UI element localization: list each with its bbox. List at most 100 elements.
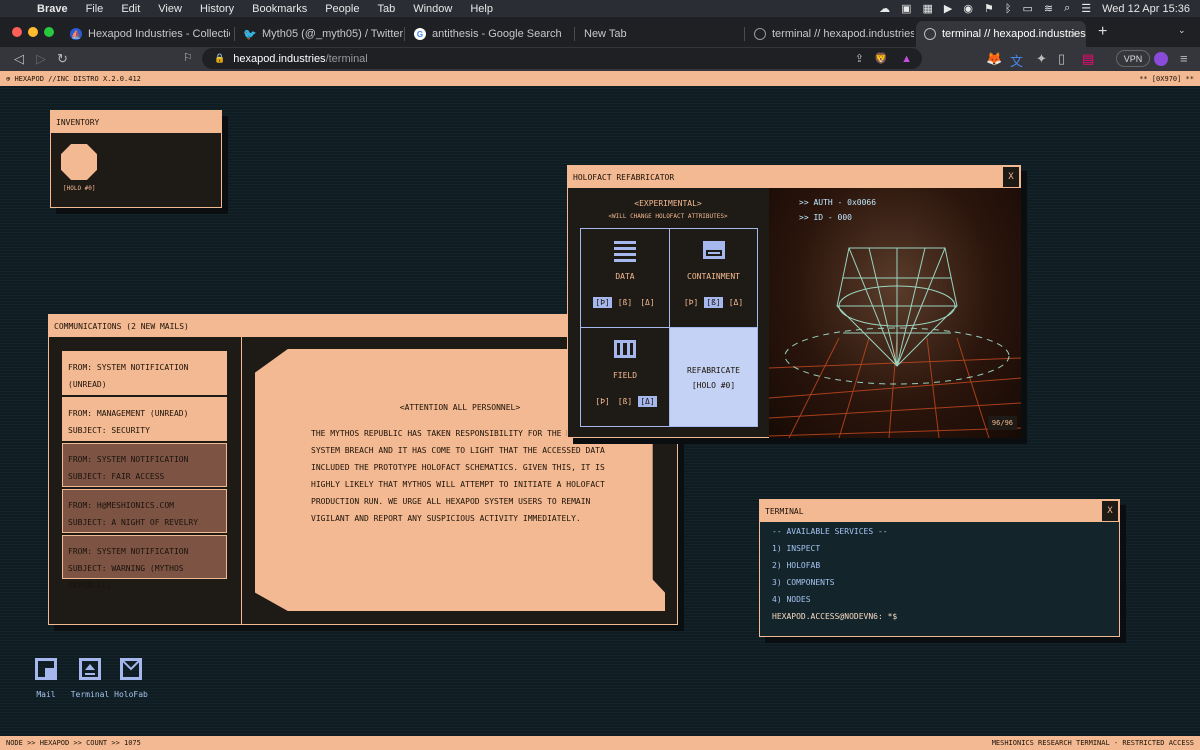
sidebar-icon[interactable]: ▯ [1058, 51, 1065, 67]
tab-list-chevron-icon[interactable]: ⌄ [1178, 25, 1186, 36]
dock-label-mail[interactable]: Mail [24, 690, 68, 699]
menu-view[interactable]: View [149, 3, 191, 15]
dock-label-terminal[interactable]: Terminal [68, 690, 112, 699]
wallet-icon[interactable]: ▤ [1082, 51, 1094, 67]
brave-rewards-icon[interactable]: ▲ [901, 53, 912, 65]
menu-file[interactable]: File [77, 3, 113, 15]
play-icon[interactable]: ▶ [944, 2, 952, 15]
reload-icon[interactable]: ↻ [57, 51, 68, 67]
close-label: X [1107, 506, 1113, 516]
share-icon[interactable]: ⇪ [855, 52, 864, 65]
menu-app-name[interactable]: Brave [28, 3, 77, 15]
field-cell[interactable]: FIELD [Þ] [ß] [Δ] [580, 327, 670, 427]
tab-hexapod-collection[interactable]: ⛵ Hexapod Industries - Collection | Op [62, 21, 230, 47]
menu-help[interactable]: Help [461, 3, 502, 15]
tab-divider [744, 27, 745, 41]
data-opt-2[interactable]: [ß] [616, 297, 634, 308]
terminal-eject-icon[interactable] [79, 658, 101, 680]
tab-google-search[interactable]: G antithesis - Google Search [406, 21, 574, 47]
wifi-icon[interactable]: ≋ [1044, 2, 1053, 15]
vpn-label: VPN [1123, 53, 1143, 64]
tab-terminal-hexapod-active[interactable]: terminal // hexapod.industries ✕ [916, 21, 1086, 47]
browser-tab-bar: ⛵ Hexapod Industries - Collection | Op 🐦… [0, 17, 1200, 47]
containment-opt-3[interactable]: [Δ] [727, 297, 745, 308]
holofact-preview-image: >> AUTH - 0x0066 >> ID - 000 96/96 [769, 188, 1021, 438]
field-opt-3[interactable]: [Δ] [638, 396, 657, 407]
field-opt-2[interactable]: [ß] [616, 396, 634, 407]
mail-item[interactable]: FROM: SYSTEM NOTIFICATION (UNREAD) SUBJE… [62, 351, 227, 406]
holo-item[interactable] [61, 144, 97, 180]
grid-icon[interactable]: ▦ [922, 2, 932, 15]
mail-item[interactable]: FROM: H@MESHIONICS.COM SUBJECT: A NIGHT … [62, 489, 227, 544]
menu-history[interactable]: History [191, 3, 243, 15]
inventory-title-bar[interactable]: INVENTORY [51, 111, 221, 133]
clipboard-icon[interactable]: ▣ [901, 2, 911, 15]
translate-icon[interactable]: 文 [1010, 51, 1023, 70]
battery-icon[interactable]: ▭ [1022, 2, 1032, 15]
mail-item[interactable]: FROM: SYSTEM NOTIFICATION SUBJECT: FAIR … [62, 443, 227, 487]
opensea-icon: ⛵ [70, 28, 82, 40]
menu-hamburger-icon[interactable]: ≡ [1180, 51, 1188, 66]
refabricator-title-bar[interactable]: HOLOFACT REFABRICATOR X [568, 166, 1020, 188]
containment-opt-1[interactable]: [Þ] [682, 297, 700, 308]
message-line: VIGILANT AND REPORT ANY SUSPICIOUS ACTIV… [311, 514, 581, 523]
bookmark-icon[interactable]: ⚐ [183, 51, 193, 64]
brave-shields-icon[interactable]: 🦁 [874, 52, 888, 65]
menu-window[interactable]: Window [404, 3, 461, 15]
back-icon[interactable]: ◁ [14, 51, 24, 67]
data-opt-3[interactable]: [Δ] [638, 297, 656, 308]
terminal-title-bar[interactable]: TERMINAL X [760, 500, 1119, 522]
containment-cell[interactable]: CONTAINMENT [Þ] [ß] [Δ] [669, 228, 758, 328]
extensions-icon[interactable]: ✦ [1036, 51, 1047, 67]
mail-item[interactable]: FROM: SYSTEM NOTIFICATION SUBJECT: WARNI… [62, 535, 227, 590]
terminal-title: TERMINAL [765, 506, 804, 516]
close-tab-icon[interactable]: ✕ [1069, 28, 1078, 41]
forward-icon[interactable]: ▷ [36, 51, 46, 67]
containment-opt-2[interactable]: [ß] [704, 297, 723, 308]
record-icon[interactable]: ◉ [963, 2, 973, 15]
close-button[interactable]: X [1101, 500, 1119, 522]
field-opt-1[interactable]: [Þ] [593, 396, 611, 407]
containment-icon [702, 241, 725, 259]
menu-bookmarks[interactable]: Bookmarks [243, 3, 316, 15]
bluetooth-icon[interactable]: ᛒ [1005, 3, 1012, 15]
tab-twitter[interactable]: 🐦 Myth05 (@_myth05) / Twitter [236, 21, 404, 47]
tab-terminal-hexapod[interactable]: terminal // hexapod.industries [746, 21, 914, 47]
attributes-warning: <WILL CHANGE HOLOFACT ATTRIBUTES> [608, 213, 728, 220]
data-opt-1[interactable]: [Þ] [593, 297, 612, 308]
terminal-option-holofab[interactable]: 2) HOLOFAB [772, 561, 820, 570]
minimize-window-button[interactable] [28, 27, 38, 37]
mail-item[interactable]: FROM: MANAGEMENT (UNREAD) SUBJECT: SECUR… [62, 397, 227, 441]
menu-people[interactable]: People [316, 3, 368, 15]
spotlight-search-icon[interactable]: ⌕ [1064, 2, 1070, 15]
app-footer-bar: NODE >> HEXAPOD >> COUNT >> 1075 MESHION… [0, 736, 1200, 750]
new-tab-plus-icon[interactable]: + [1098, 23, 1107, 41]
globe-icon [924, 28, 936, 40]
vpn-button[interactable]: VPN [1116, 50, 1150, 67]
tab-new-tab[interactable]: New Tab [576, 21, 744, 47]
terminal-option-nodes[interactable]: 4) NODES [772, 595, 811, 604]
terminal-option-components[interactable]: 3) COMPONENTS [772, 578, 835, 587]
holofab-envelope-icon[interactable] [120, 658, 142, 680]
dock-label-holofab[interactable]: HoloFab [109, 690, 153, 699]
close-window-button[interactable] [12, 27, 22, 37]
profile-avatar[interactable] [1154, 52, 1168, 66]
message-body: THE MYTHOS REPUBLIC HAS TAKEN RESPONSIBI… [311, 425, 611, 527]
close-button[interactable]: X [1002, 166, 1020, 188]
menu-tab[interactable]: Tab [368, 3, 404, 15]
address-bar[interactable]: 🔒 hexapod.industries /terminal ⇪ 🦁 ▲ [202, 48, 922, 69]
menubar-datetime[interactable]: Wed 12 Apr 15:36 [1102, 3, 1190, 15]
flag-icon[interactable]: ⚑ [984, 2, 994, 15]
control-center-icon[interactable]: ☰ [1081, 2, 1091, 15]
metamask-icon[interactable]: 🦊 [986, 51, 1002, 67]
terminal-prompt-input[interactable]: HEXAPOD.ACCESS@NODEVN6: *$ [772, 612, 897, 621]
data-cell[interactable]: DATA [Þ] [ß] [Δ] [580, 228, 670, 328]
mail-subject: SUBJECT: FAIR ACCESS [68, 472, 165, 481]
menu-edit[interactable]: Edit [112, 3, 149, 15]
terminal-option-inspect[interactable]: 1) INSPECT [772, 544, 820, 553]
zoom-window-button[interactable] [44, 27, 54, 37]
mail-window-icon[interactable] [35, 658, 57, 680]
mail-from: FROM: SYSTEM NOTIFICATION (UNREAD) [68, 363, 189, 389]
refabricate-button[interactable]: REFABRICATE [HOLO #0] [669, 327, 758, 427]
creative-cloud-icon[interactable]: ☁ [879, 2, 890, 15]
